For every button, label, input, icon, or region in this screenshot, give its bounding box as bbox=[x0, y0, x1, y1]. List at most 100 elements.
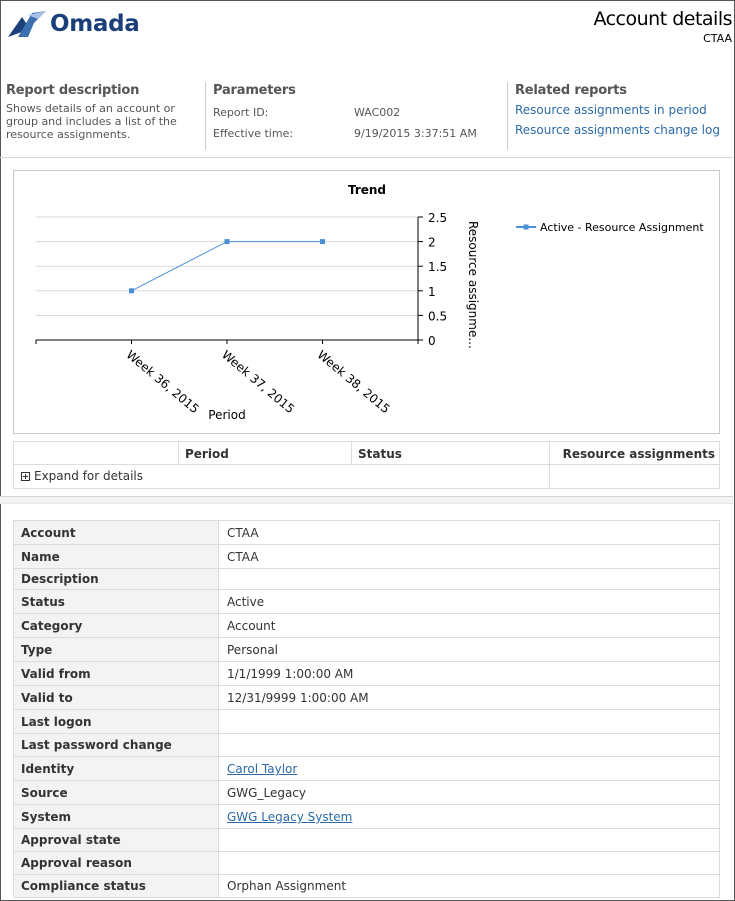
detail-value: Personal bbox=[227, 643, 279, 657]
detail-row-account: Account CTAA bbox=[14, 521, 719, 545]
parameter-label: Report ID: bbox=[213, 106, 269, 119]
detail-row-approval-state: Approval state bbox=[14, 829, 719, 852]
detail-label: Last password change bbox=[14, 734, 219, 756]
detail-label: Name bbox=[14, 545, 219, 568]
detail-value: GWG_Legacy bbox=[227, 786, 306, 800]
detail-row-identity: Identity Carol Taylor bbox=[14, 757, 719, 781]
detail-link-system[interactable]: GWG Legacy System bbox=[227, 810, 352, 824]
detail-label: Approval reason bbox=[14, 852, 219, 874]
detail-label: Category bbox=[14, 614, 219, 637]
detail-value bbox=[219, 710, 719, 733]
parameter-row: Report ID: WAC002 bbox=[213, 106, 503, 119]
column-header-period[interactable]: Period bbox=[185, 447, 229, 461]
omada-logo-icon bbox=[8, 11, 46, 37]
report-description-text: Shows details of an account or group and… bbox=[6, 102, 177, 141]
detail-label: Valid to bbox=[14, 686, 219, 709]
legend-label: Active - Resource Assignment bbox=[540, 221, 704, 234]
section-separator bbox=[0, 496, 733, 504]
parameters-heading: Parameters bbox=[213, 83, 296, 98]
detail-row-description: Description bbox=[14, 569, 719, 590]
x-tick-label: Week 38, 2015 bbox=[315, 348, 393, 417]
detail-value: Orphan Assignment bbox=[227, 879, 347, 893]
detail-label: Account bbox=[14, 521, 219, 544]
column-header-resource-assignments[interactable]: Resource assignments bbox=[563, 447, 715, 461]
detail-value bbox=[219, 852, 719, 874]
detail-label: System bbox=[14, 805, 219, 828]
detail-value bbox=[219, 734, 719, 756]
trend-chart-panel: Trend 2.5 2 1.5 1 0.5 0 Week 36, 2015 Week 37, 2… bbox=[13, 170, 720, 434]
detail-value: CTAA bbox=[227, 550, 259, 564]
detail-label: Compliance status bbox=[14, 875, 219, 897]
detail-row-valid-to: Valid to 12/31/9999 1:00:00 AM bbox=[14, 686, 719, 710]
info-divider bbox=[205, 82, 206, 150]
detail-row-source: Source GWG_Legacy bbox=[14, 781, 719, 805]
y-tick-label: 2 bbox=[428, 236, 436, 250]
y-tick-label: 0.5 bbox=[428, 309, 447, 323]
account-details-table: Account CTAA Name CTAA Description Status Acti… bbox=[13, 520, 720, 898]
detail-value: 12/31/9999 1:00:00 AM bbox=[227, 691, 369, 705]
detail-value: CTAA bbox=[227, 526, 259, 540]
detail-row-valid-from: Valid from 1/1/1999 1:00:00 AM bbox=[14, 662, 719, 686]
page-title: Account details bbox=[593, 8, 732, 30]
detail-value bbox=[219, 569, 719, 589]
title-block: Account details CTAA bbox=[593, 8, 732, 45]
detail-label: Identity bbox=[14, 757, 219, 780]
detail-row-last-logon: Last logon bbox=[14, 710, 719, 734]
logo-text: Omada bbox=[50, 11, 140, 37]
y-tick-label: 2.5 bbox=[428, 211, 447, 225]
expand-label[interactable]: Expand for details bbox=[34, 469, 143, 483]
data-point bbox=[224, 239, 230, 245]
column-divider bbox=[178, 442, 179, 465]
detail-label: Status bbox=[14, 590, 219, 613]
related-reports: Related reports Resource assignments in … bbox=[515, 80, 730, 152]
data-point bbox=[320, 239, 325, 245]
x-tick-label: Week 36, 2015 bbox=[124, 348, 202, 417]
detail-link-identity[interactable]: Carol Taylor bbox=[227, 762, 297, 776]
detail-label: Last logon bbox=[14, 710, 219, 733]
detail-value: GWG Legacy System bbox=[219, 805, 719, 828]
related-link-resource-assignments-change-log[interactable]: Resource assignments change log bbox=[515, 123, 730, 137]
data-point bbox=[129, 288, 134, 294]
detail-row-name: Name CTAA bbox=[14, 545, 719, 569]
detail-label: Valid from bbox=[14, 662, 219, 685]
page-subtitle: CTAA bbox=[703, 32, 732, 45]
detail-value: 1/1/1999 1:00:00 AM bbox=[227, 667, 354, 681]
chart-title: Trend bbox=[348, 183, 386, 197]
trend-chart: Trend 2.5 2 1.5 1 0.5 0 Week 36, 2015 Week 37, 2… bbox=[35, 183, 704, 422]
legend-marker bbox=[523, 224, 529, 230]
detail-value: Carol Taylor bbox=[219, 757, 719, 780]
report-description-heading: Report description bbox=[6, 83, 140, 98]
detail-row-approval-reason: Approval reason bbox=[14, 852, 719, 875]
detail-row-type: Type Personal bbox=[14, 638, 719, 662]
y-axis-label: Resource assignme... bbox=[466, 221, 480, 349]
expand-plus-icon[interactable] bbox=[21, 471, 30, 481]
column-header-status[interactable]: Status bbox=[358, 447, 402, 461]
detail-value bbox=[219, 829, 719, 851]
detail-row-last-password-change: Last password change bbox=[14, 734, 719, 757]
trend-table-header: Period Status Resource assignments bbox=[14, 442, 719, 465]
related-link-resource-assignments-in-period[interactable]: Resource assignments in period bbox=[515, 103, 730, 117]
parameter-value: 9/19/2015 3:37:51 AM bbox=[354, 127, 477, 140]
expand-for-details[interactable]: Expand for details bbox=[21, 469, 143, 483]
detail-row-system: System GWG Legacy System bbox=[14, 805, 719, 829]
detail-label: Source bbox=[14, 781, 219, 804]
parameter-row: Effective time: 9/19/2015 3:37:51 AM bbox=[213, 127, 503, 140]
omada-logo: Omada bbox=[8, 9, 140, 39]
column-divider bbox=[549, 442, 550, 488]
parameters: Parameters Report ID: WAC002 Effective t… bbox=[213, 80, 503, 152]
column-divider bbox=[351, 442, 352, 465]
detail-label: Type bbox=[14, 638, 219, 661]
trend-table: Period Status Resource assignments Expan… bbox=[13, 441, 720, 489]
detail-row-status: Status Active bbox=[14, 590, 719, 614]
info-divider bbox=[507, 82, 508, 150]
report-info-band: Report description Shows details of an a… bbox=[0, 80, 733, 158]
detail-label: Description bbox=[14, 569, 219, 589]
y-tick-label: 1.5 bbox=[428, 260, 447, 274]
detail-label: Approval state bbox=[14, 829, 219, 851]
parameter-value: WAC002 bbox=[354, 106, 401, 119]
related-reports-heading: Related reports bbox=[515, 83, 627, 98]
y-tick-label: 0 bbox=[428, 334, 436, 348]
report-description: Report description Shows details of an a… bbox=[6, 80, 196, 152]
x-axis-label: Period bbox=[208, 408, 245, 422]
y-tick-label: 1 bbox=[428, 285, 436, 299]
